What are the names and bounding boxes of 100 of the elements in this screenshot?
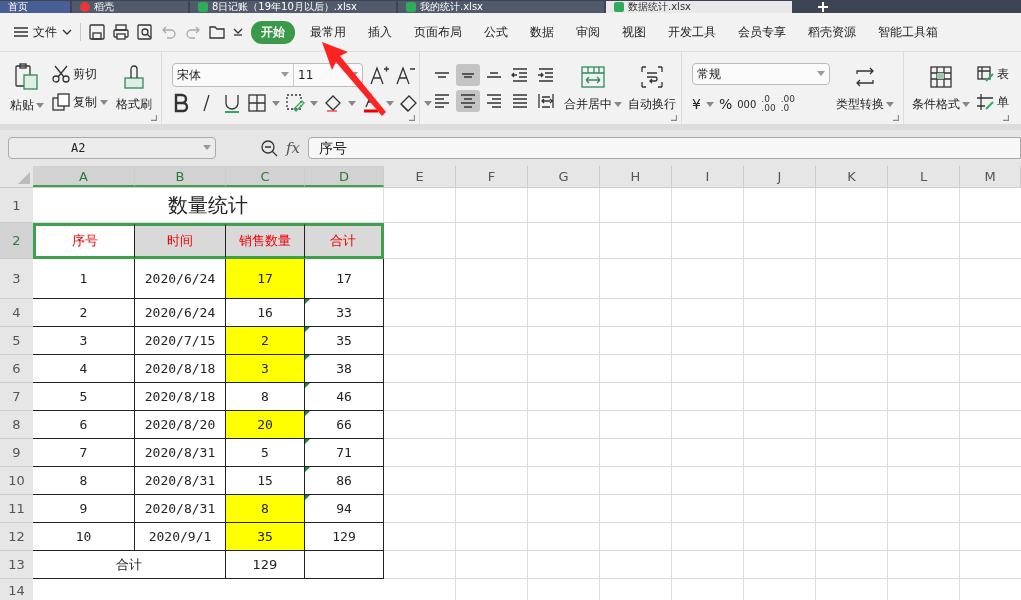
caret-icon[interactable] [614, 100, 622, 108]
file-menu-button[interactable]: 文件 [14, 23, 72, 41]
currency-button[interactable]: ¥ [692, 96, 701, 112]
row-header[interactable]: 12 [0, 523, 33, 551]
dialog-launcher-icon[interactable] [671, 115, 677, 121]
column-header[interactable]: L [888, 166, 960, 187]
merge-cells-icon [580, 63, 606, 90]
caret-icon[interactable] [386, 99, 394, 107]
percent-button[interactable]: % [718, 96, 733, 112]
decrease-decimal-button[interactable]: .00 .0 [780, 95, 795, 113]
column-header[interactable]: E [384, 166, 456, 187]
document-tab[interactable]: 数据统计.xlsx [606, 1, 792, 13]
alignment-button[interactable] [456, 90, 480, 112]
ribbon-tab[interactable]: 最常用 [303, 20, 353, 44]
zoom-out-icon[interactable] [260, 139, 278, 157]
column-header[interactable]: F [456, 166, 528, 187]
row-header[interactable]: 8 [0, 411, 33, 439]
dialog-launcher-icon[interactable] [151, 115, 157, 121]
ribbon-tab[interactable]: 视图 [615, 20, 653, 44]
insert-function-button[interactable]: fx [286, 139, 300, 157]
save-icon[interactable] [89, 24, 105, 40]
column-header[interactable]: A [33, 166, 135, 187]
print-preview-icon[interactable] [137, 24, 153, 40]
caret-icon[interactable] [36, 101, 44, 109]
row-header[interactable]: 5 [0, 327, 33, 355]
decrease-font-icon[interactable] [395, 65, 415, 85]
caret-icon[interactable] [886, 100, 894, 108]
caret-icon[interactable] [272, 99, 280, 107]
column-header[interactable]: B [135, 166, 226, 187]
conditional-format-button[interactable]: 条件格式 [912, 63, 970, 113]
underline-icon[interactable] [222, 93, 242, 113]
merge-center-button[interactable]: 合并居中 [564, 63, 622, 113]
row-header[interactable]: 9 [0, 439, 33, 467]
ribbon-tab[interactable]: 插入 [361, 20, 399, 44]
paint-bucket-icon[interactable] [323, 93, 343, 113]
column-header[interactable]: M [960, 166, 1021, 187]
thousands-separator-button[interactable]: 000 [737, 98, 757, 110]
ribbon-tab[interactable]: 智能工具箱 [871, 20, 945, 44]
caret-icon[interactable] [424, 99, 432, 107]
ribbon-tab[interactable]: 会员专享 [731, 20, 793, 44]
dialog-launcher-icon[interactable] [1003, 115, 1009, 121]
ribbon-tab[interactable]: 开发工具 [661, 20, 723, 44]
format-painter-button[interactable]: 格式刷 [116, 63, 152, 113]
folder-icon[interactable] [209, 24, 225, 40]
document-tab[interactable]: 稻壳 [72, 1, 188, 13]
ribbon-tab[interactable]: 数据 [523, 20, 561, 44]
column-header[interactable]: I [672, 166, 744, 187]
fill-color-icon[interactable] [285, 93, 305, 113]
document-tab[interactable]: 8日记账（19年10月以后）.xlsx [190, 1, 396, 13]
row-header[interactable]: 10 [0, 467, 33, 495]
ribbon-tab[interactable]: 开始 [251, 20, 295, 44]
ribbon-tab[interactable]: 页面布局 [407, 20, 469, 44]
column-header[interactable]: C [226, 166, 305, 187]
column-header[interactable]: H [600, 166, 672, 187]
row-header[interactable]: 11 [0, 495, 33, 523]
type-convert-button[interactable]: 类型转换 [836, 63, 894, 113]
borders-icon[interactable] [247, 93, 267, 113]
row-header[interactable]: 14 [0, 579, 33, 600]
table-cell: 35 [226, 523, 305, 551]
ribbon-tab[interactable]: 审阅 [569, 20, 607, 44]
caret-icon[interactable] [962, 100, 970, 108]
caret-icon[interactable] [100, 98, 108, 106]
add-tab-icon[interactable] [818, 2, 828, 12]
name-box[interactable]: A2 [8, 137, 216, 159]
row-header[interactable]: 2 [0, 223, 33, 259]
paste-button[interactable]: 粘贴 [10, 62, 44, 114]
table-cell: 94 [305, 495, 384, 523]
align-middle-icon [461, 72, 475, 78]
row-header[interactable]: 3 [0, 259, 33, 299]
column-header[interactable]: J [744, 166, 816, 187]
cut-button[interactable]: 剪切 [52, 65, 108, 83]
row-header[interactable]: 13 [0, 551, 33, 579]
increase-font-icon[interactable] [369, 65, 389, 85]
row-header[interactable]: 1 [0, 188, 33, 223]
eraser-icon[interactable] [399, 93, 419, 113]
number-format-field[interactable]: 常规 [692, 63, 830, 85]
column-header[interactable]: K [816, 166, 888, 187]
printer-icon[interactable] [113, 24, 129, 40]
cell-style-button[interactable]: 单 [976, 93, 1009, 111]
caret-icon[interactable] [310, 99, 318, 107]
row-header[interactable]: 7 [0, 383, 33, 411]
document-tab[interactable]: 首页 [0, 1, 70, 13]
dialog-launcher-icon[interactable] [409, 115, 415, 121]
formula-field[interactable]: 序号 [308, 137, 1021, 159]
caret-icon[interactable] [705, 100, 714, 108]
increase-decimal-button[interactable]: .0 .00 [761, 95, 776, 113]
ribbon-tab[interactable]: 稻壳资源 [801, 20, 863, 44]
copy-button[interactable]: 复制 [52, 93, 108, 111]
wrap-text-button[interactable]: 自动换行 [628, 63, 676, 113]
row-header[interactable]: 4 [0, 299, 33, 327]
column-header[interactable]: D [305, 166, 384, 187]
table-style-button[interactable]: 表 [976, 65, 1009, 83]
ribbon-tab[interactable]: 公式 [477, 20, 515, 44]
dialog-launcher-icon[interactable] [893, 115, 899, 121]
alignment-button[interactable] [456, 64, 480, 86]
column-header[interactable]: G [528, 166, 600, 187]
document-tab[interactable]: 我的统计.xlsx [398, 1, 604, 13]
more-icon[interactable] [233, 28, 243, 36]
row-header[interactable]: 6 [0, 355, 33, 383]
caret-icon[interactable] [348, 99, 356, 107]
